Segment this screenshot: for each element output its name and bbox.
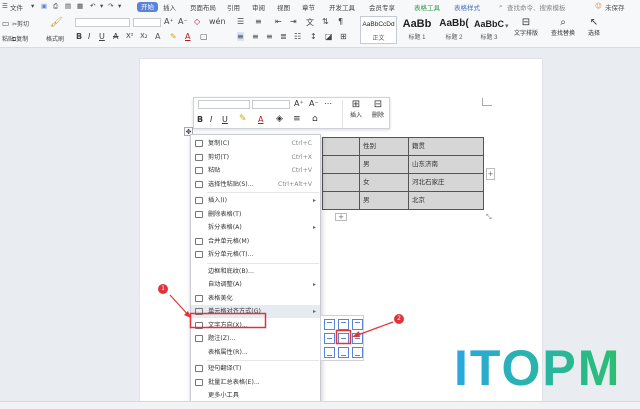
callout-2-arrowhead [352, 331, 360, 337]
watermark-logo: ITOPM [454, 340, 621, 395]
grid-highlight-box [335, 329, 352, 345]
status-bar [0, 401, 640, 409]
menu-highlight-box [189, 312, 267, 329]
watermark-text: ITOPM [454, 340, 621, 395]
callout-badge: 1 [158, 284, 168, 294]
callout-badge: 2 [394, 314, 404, 324]
callout-2-line [354, 321, 394, 337]
